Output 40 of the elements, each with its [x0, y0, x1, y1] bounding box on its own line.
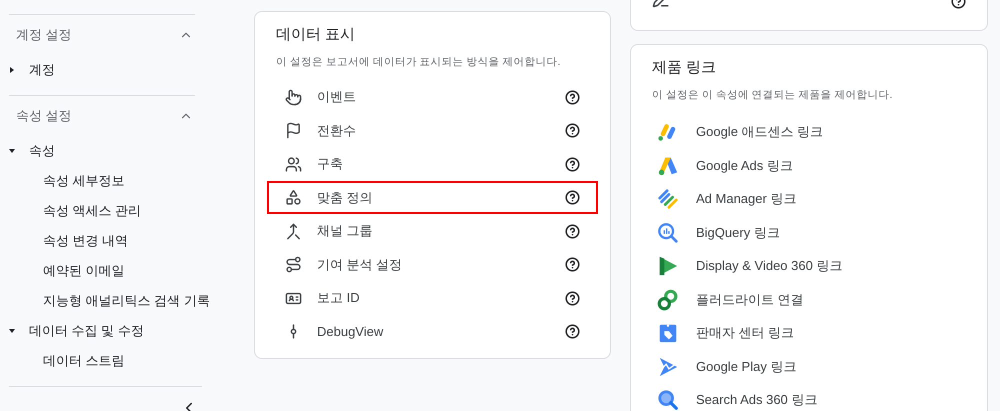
row-label: 구축: [317, 155, 344, 174]
settings-row[interactable]: 이벤트: [267, 80, 598, 114]
nav-item[interactable]: 데이터 수집 및 수정: [29, 321, 144, 341]
section-heading: 속성 설정: [16, 107, 72, 126]
product-link[interactable]: BigQuery 링크: [696, 222, 780, 242]
row-label: 기여 분석 설정: [317, 256, 404, 274]
nav-subitem[interactable]: 지능형 애널리틱스 검색 기록: [43, 291, 210, 311]
nav-subitem[interactable]: 데이터 스트림: [43, 351, 125, 371]
product-link[interactable]: Search Ads 360 링크: [696, 390, 818, 410]
settings-row[interactable]: 맞춤 정의: [267, 180, 598, 214]
product-link[interactable]: 판매자 센터 링크: [696, 323, 794, 343]
product-link[interactable]: Google 애드센스 링크: [696, 122, 824, 142]
settings-row[interactable]: DebugView: [267, 314, 598, 348]
product-link[interactable]: Google Play 링크: [696, 356, 796, 376]
nav-subitem[interactable]: 예약된 이메일: [43, 261, 125, 281]
row-label: 보고 ID: [317, 289, 361, 308]
card-title: 데이터 표시: [275, 25, 356, 45]
nav-subitem[interactable]: 속성 액세스 관리: [43, 201, 142, 221]
settings-row[interactable]: 채널 그룹: [267, 214, 598, 248]
card-description: 이 설정은 보고서에 데이터가 표시되는 방식을 제어합니다.: [275, 54, 562, 70]
settings-row[interactable]: 전환수: [267, 114, 598, 148]
product-link[interactable]: Display & Video 360 링크: [696, 256, 842, 276]
row-label: 전환수: [317, 122, 357, 140]
row-label: 이벤트: [317, 88, 357, 106]
card-description: 이 설정은 이 속성에 연결되는 제품을 제어합니다.: [652, 88, 894, 102]
settings-row[interactable]: 보고 ID: [267, 281, 598, 315]
settings-row[interactable]: 기여 분석 설정: [267, 248, 598, 282]
settings-row[interactable]: 구축: [267, 147, 598, 181]
nav-item[interactable]: 계정: [29, 60, 55, 80]
row-label: 채널 그룹: [317, 222, 374, 240]
row-label: 맞춤 정의: [317, 188, 374, 207]
row-label: DebugView: [317, 322, 384, 341]
card-title: 제품 링크: [652, 58, 718, 78]
nav-subitem[interactable]: 속성 변경 내역: [43, 231, 128, 251]
section-heading: 계정 설정: [16, 26, 72, 44]
product-link[interactable]: 플러드라이트 연결: [696, 290, 804, 310]
nav-subitem[interactable]: 속성 세부정보: [43, 171, 125, 191]
nav-item[interactable]: 속성: [29, 141, 55, 161]
product-link[interactable]: Google Ads 링크: [696, 156, 793, 176]
product-link[interactable]: Ad Manager 링크: [696, 189, 796, 209]
